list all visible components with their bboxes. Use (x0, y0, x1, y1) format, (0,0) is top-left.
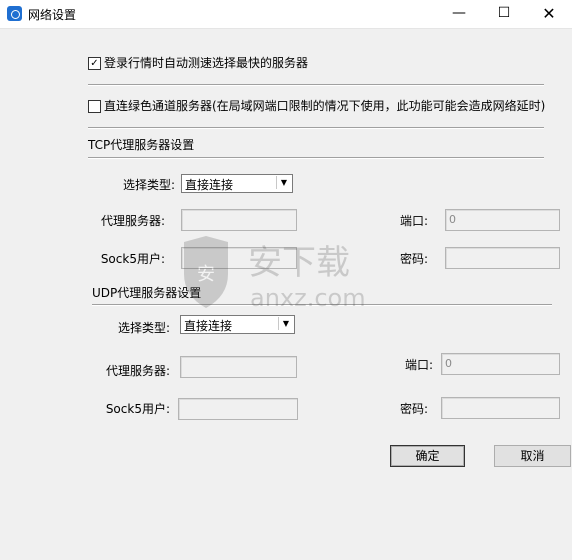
auto-fastest-label: 登录行情时自动测速选择最快的服务器 (104, 56, 309, 70)
tcp-password-input[interactable] (445, 247, 560, 269)
udp-type-label: 选择类型: (117, 321, 170, 335)
udp-type-value: 直接连接 (184, 319, 233, 333)
udp-server-label: 代理服务器: (105, 364, 170, 378)
udp-password-label: 密码: (399, 402, 428, 416)
close-button[interactable]: ✕ (526, 0, 572, 28)
udp-user-input[interactable] (178, 398, 298, 420)
udp-port-label: 端口: (404, 358, 433, 372)
divider (88, 84, 544, 86)
tcp-user-label: Sock5用户: (100, 252, 165, 266)
divider (92, 304, 552, 306)
app-icon (7, 6, 22, 21)
divider (88, 157, 544, 159)
dropdown-arrow-icon[interactable]: ▼ (278, 317, 293, 330)
udp-port-value: 0 (445, 357, 452, 370)
maximize-button[interactable]: ☐ (481, 0, 527, 28)
udp-user-label: Sock5用户: (105, 402, 170, 416)
tcp-type-value: 直接连接 (185, 178, 234, 192)
ok-button[interactable]: 确定 (390, 445, 465, 467)
tcp-section-title: TCP代理服务器设置 (88, 138, 195, 152)
udp-server-input[interactable] (180, 356, 297, 378)
tcp-password-label: 密码: (399, 252, 428, 266)
watermark-domain: anxz.com (250, 284, 366, 312)
udp-password-input[interactable] (441, 397, 560, 419)
dropdown-arrow-icon[interactable]: ▼ (276, 176, 291, 189)
title-bar: 网络设置 — ☐ ✕ (0, 0, 572, 29)
watermark-logo: 安 安下载 anxz.com (184, 236, 366, 312)
window-title: 网络设置 (28, 8, 77, 22)
udp-section-title: UDP代理服务器设置 (92, 286, 202, 300)
udp-type-select[interactable]: 直接连接 ▼ (180, 315, 295, 334)
tcp-server-label: 代理服务器: (100, 214, 165, 228)
minimize-button[interactable]: — (436, 0, 482, 28)
direct-green-label: 直连绿色通道服务器(在局域网端口限制的情况下使用，此功能可能会造成网络延时) (104, 99, 546, 113)
tcp-port-value: 0 (449, 213, 456, 226)
tcp-port-input[interactable]: 0 (445, 209, 560, 231)
tcp-type-select[interactable]: 直接连接 ▼ (181, 174, 293, 193)
auto-fastest-checkbox[interactable]: ✓ (88, 57, 101, 70)
cancel-button[interactable]: 取消 (494, 445, 571, 467)
tcp-type-label: 选择类型: (122, 178, 175, 192)
tcp-user-input[interactable] (181, 247, 297, 269)
tcp-port-label: 端口: (399, 214, 428, 228)
tcp-server-input[interactable] (181, 209, 297, 231)
direct-green-checkbox[interactable] (88, 100, 101, 113)
divider (88, 127, 544, 129)
udp-port-input[interactable]: 0 (441, 353, 560, 375)
